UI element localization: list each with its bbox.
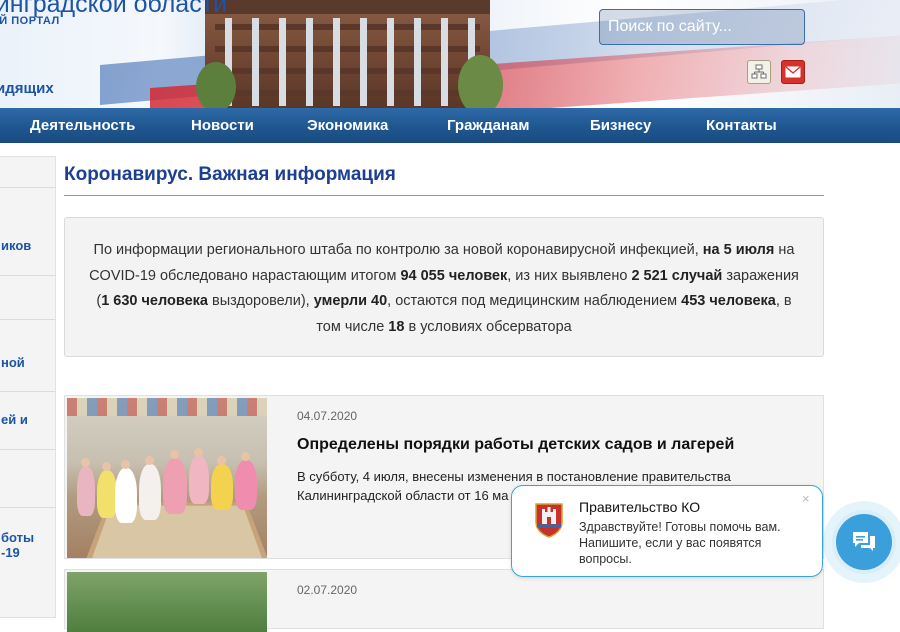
search-input[interactable] xyxy=(599,9,805,45)
info-highlight: 453 человека xyxy=(681,293,776,309)
news-thumbnail[interactable] xyxy=(67,398,267,558)
page-title: Коронавирус. Важная информация xyxy=(64,164,396,185)
main-nav: Деятельность Новости Экономика Гражданам… xyxy=(0,108,900,143)
info-highlight: умерли 40 xyxy=(313,293,388,309)
news-date: 02.07.2020 xyxy=(297,583,358,597)
sitemap-icon[interactable] xyxy=(747,60,771,84)
coat-of-arms-icon xyxy=(535,503,563,538)
thumb-child xyxy=(235,460,257,510)
sidebar-item[interactable] xyxy=(0,449,55,507)
thumb-head xyxy=(194,448,203,457)
info-highlight: 1 630 человека xyxy=(101,293,208,309)
chat-icon xyxy=(853,532,875,551)
site-header: нинградской области ЫЙ ПОРТАЛ идящих xyxy=(0,0,900,108)
chat-popup[interactable]: Правительство КО Здравствуйте! Готовы по… xyxy=(511,485,823,577)
sidebar-item-label: иков xyxy=(1,238,32,253)
sidebar-item-label: ей и xyxy=(1,412,28,427)
sidebar-item[interactable]: иков xyxy=(0,187,55,253)
site-tagline: идящих xyxy=(0,80,54,97)
site-subtitle: ЫЙ ПОРТАЛ xyxy=(0,15,60,27)
thumb-child xyxy=(77,466,95,516)
covid-info-text: По информации регионального штаба по кон… xyxy=(87,238,801,340)
info-text: в условиях обсерватора xyxy=(404,318,572,335)
nav-item-citizens[interactable]: Гражданам xyxy=(447,117,529,134)
thumb-head xyxy=(102,462,111,471)
thumb-head xyxy=(241,452,250,461)
info-text: , из них выявлено xyxy=(507,267,632,284)
thumb-child xyxy=(97,470,117,518)
nav-item-economy[interactable]: Экономика xyxy=(307,117,388,134)
sidebar-item[interactable]: ей и xyxy=(0,391,55,449)
nav-item-activity[interactable]: Деятельность xyxy=(30,117,135,134)
thumb-head xyxy=(170,450,179,459)
thumb-garland xyxy=(67,398,267,416)
news-date: 04.07.2020 xyxy=(297,409,358,423)
sidebar: иков ной ей и боты -19 xyxy=(0,156,56,618)
mail-icon-glyph xyxy=(785,66,801,78)
news-thumbnail[interactable] xyxy=(67,572,267,632)
thumb-head xyxy=(217,456,226,465)
nav-item-news[interactable]: Новости xyxy=(191,117,254,134)
info-highlight: 94 055 человек xyxy=(400,267,508,284)
info-highlight: 2 521 случай xyxy=(631,267,723,284)
thumb-child xyxy=(115,468,137,523)
sitemap-icon-glyph xyxy=(751,64,767,79)
title-divider xyxy=(64,195,824,196)
info-text: , остаются под медицинским наблюдением xyxy=(387,293,682,309)
mail-icon[interactable] xyxy=(781,60,805,84)
info-text: выздоровели), xyxy=(208,293,314,309)
chat-sender-name: Правительство КО xyxy=(579,499,701,515)
thumb-child xyxy=(189,456,209,504)
thumb-child xyxy=(139,464,161,520)
covid-info-box: По информации регионального штаба по кон… xyxy=(64,217,824,357)
close-icon[interactable]: × xyxy=(802,491,810,506)
info-highlight: 18 xyxy=(388,318,405,335)
sidebar-item[interactable]: боты -19 xyxy=(0,507,55,597)
header-tree xyxy=(196,62,236,108)
header-tree xyxy=(458,55,503,108)
thumb-child xyxy=(211,464,233,510)
thumb-head xyxy=(121,460,130,469)
sidebar-item-label: боты xyxy=(1,530,35,545)
header-building-windows xyxy=(215,18,480,106)
thumb-head xyxy=(81,458,90,467)
chat-message: Здравствуйте! Готовы помочь вам. Напишит… xyxy=(579,520,781,566)
sidebar-item[interactable] xyxy=(0,275,55,319)
news-item[interactable]: 02.07.2020 xyxy=(64,569,824,632)
thumb-head xyxy=(145,456,154,465)
nav-item-business[interactable]: Бизнесу xyxy=(590,117,651,134)
sidebar-item-label: ной xyxy=(1,355,25,370)
header-building-roof xyxy=(205,0,490,14)
chat-open-button[interactable] xyxy=(836,514,892,570)
news-title[interactable]: Определены порядки работы детских садов … xyxy=(297,436,734,454)
thumb-child xyxy=(163,458,187,514)
info-text: По информации регионального штаба по кон… xyxy=(93,242,703,258)
nav-item-contacts[interactable]: Контакты xyxy=(706,117,777,134)
sidebar-item[interactable]: ной xyxy=(0,319,55,391)
sidebar-item-label: -19 xyxy=(1,545,20,560)
info-highlight: на 5 июля xyxy=(702,242,775,258)
